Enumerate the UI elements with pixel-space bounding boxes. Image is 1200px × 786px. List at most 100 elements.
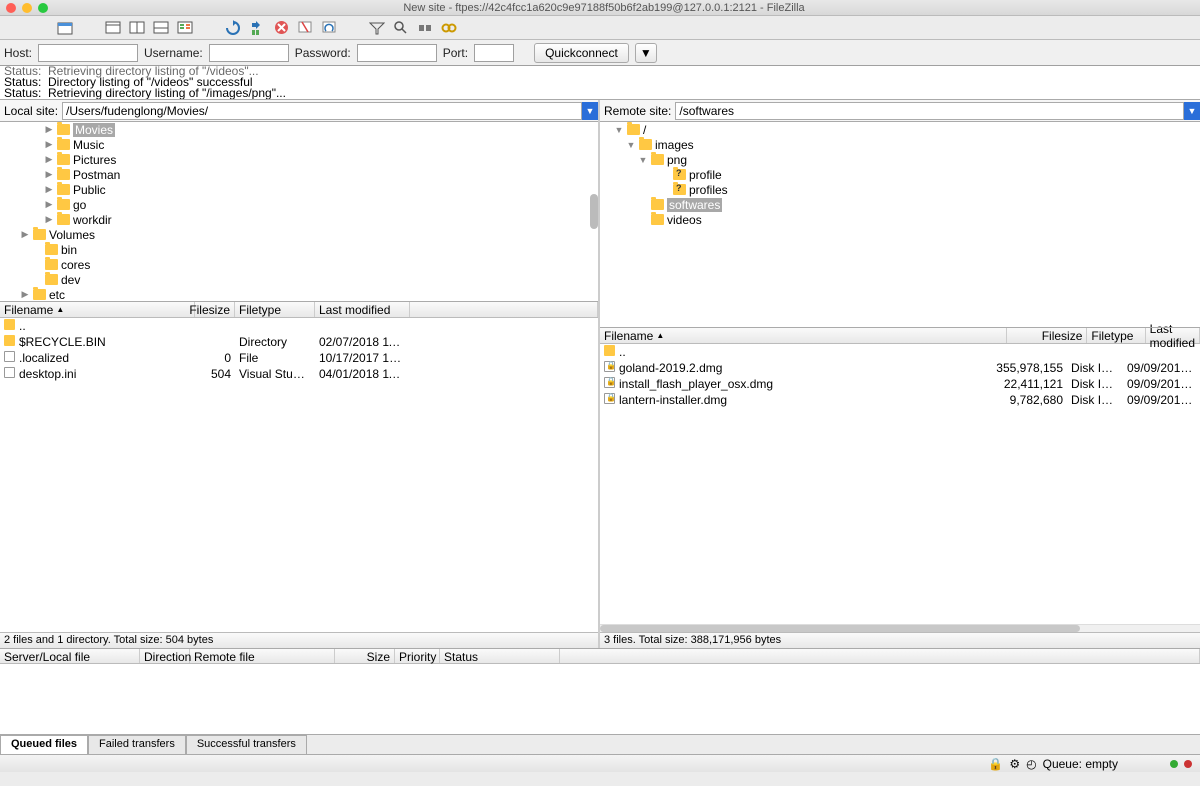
local-file-header[interactable]: Filename▲ Filesize Filetype Last modifie… xyxy=(0,302,598,318)
remote-file-list[interactable]: ..goland-2019.2.dmg355,978,155Disk Image… xyxy=(600,344,1200,624)
expand-arrow-icon[interactable]: ▶ xyxy=(44,124,54,135)
tab-success[interactable]: Successful transfers xyxy=(186,735,307,754)
folder-icon xyxy=(673,169,686,180)
tree-item[interactable]: cores xyxy=(0,257,598,272)
window-title: New site - ftpes://42c4fcc1a620c9e97188f… xyxy=(8,2,1200,14)
local-tree[interactable]: ▶Movies▶Music▶Pictures▶Postman▶Public▶go… xyxy=(0,122,598,302)
expand-arrow-icon[interactable]: ▼ xyxy=(614,125,624,135)
expand-arrow-icon[interactable]: ▶ xyxy=(44,139,54,150)
password-label: Password: xyxy=(295,46,351,60)
tree-item[interactable]: profiles xyxy=(600,182,1200,197)
file-row[interactable]: lantern-installer.dmg9,782,680Disk Image… xyxy=(600,392,1200,408)
tree-item-label: images xyxy=(655,138,694,152)
local-path-input[interactable] xyxy=(62,102,582,120)
compare-icon[interactable] xyxy=(391,19,411,37)
tree-item[interactable]: ▶Pictures xyxy=(0,152,598,167)
folder-icon xyxy=(673,184,686,195)
folder-icon xyxy=(45,259,58,270)
main-toolbar xyxy=(0,16,1200,40)
file-icon xyxy=(604,393,615,404)
tree-item[interactable]: videos xyxy=(600,212,1200,227)
tab-failed[interactable]: Failed transfers xyxy=(88,735,186,754)
sync-browse-icon[interactable] xyxy=(415,19,435,37)
tree-item[interactable]: ▶Music xyxy=(0,137,598,152)
remote-file-header[interactable]: Filename▲ Filesize Filetype Last modifie… xyxy=(600,328,1200,344)
process-queue-icon[interactable] xyxy=(247,19,267,37)
tree-item[interactable]: ▶Postman xyxy=(0,167,598,182)
folder-icon xyxy=(651,199,664,210)
host-input[interactable] xyxy=(38,44,138,62)
tree-item-label: videos xyxy=(667,213,702,227)
queue-status: Queue: empty xyxy=(1043,757,1118,771)
file-row[interactable]: .. xyxy=(0,318,598,334)
settings-icon[interactable]: ⚙ xyxy=(1009,757,1020,771)
tree-item[interactable]: ▼/ xyxy=(600,122,1200,137)
queue-body[interactable] xyxy=(0,664,1200,734)
file-icon xyxy=(4,351,15,362)
tree-item[interactable]: ▶workdir xyxy=(0,212,598,227)
remote-tree[interactable]: ▼/▼images▼pngprofileprofilessoftwaresvid… xyxy=(600,122,1200,328)
lock-icon[interactable]: 🔒 xyxy=(988,757,1003,771)
tree-item[interactable]: ▼png xyxy=(600,152,1200,167)
expand-arrow-icon[interactable]: ▶ xyxy=(44,154,54,165)
clock-icon[interactable]: ◴ xyxy=(1026,757,1036,771)
file-row[interactable]: $RECYCLE.BINDirectory02/07/2018 11:5... xyxy=(0,334,598,350)
expand-arrow-icon[interactable]: ▶ xyxy=(44,169,54,180)
remote-site-label: Remote site: xyxy=(604,104,671,118)
file-row[interactable]: .. xyxy=(600,344,1200,360)
tree-item[interactable]: ▶go xyxy=(0,197,598,212)
local-file-list[interactable]: ..$RECYCLE.BINDirectory02/07/2018 11:5..… xyxy=(0,318,598,632)
tree-item[interactable]: bin xyxy=(0,242,598,257)
toggle-local-tree-icon[interactable] xyxy=(127,19,147,37)
expand-arrow-icon[interactable]: ▶ xyxy=(44,199,54,210)
expand-arrow-icon[interactable]: ▶ xyxy=(20,229,30,240)
tree-item[interactable]: ▶Public xyxy=(0,182,598,197)
tree-item[interactable]: ▼ images xyxy=(600,137,1200,152)
filter-icon[interactable] xyxy=(367,19,387,37)
expand-arrow-icon[interactable]: ▼ xyxy=(638,155,648,165)
message-log[interactable]: Status:Retrieving directory listing of "… xyxy=(0,66,1200,100)
remote-pane: Remote site: ▼ ▼/▼images▼pngprofileprofi… xyxy=(600,100,1200,648)
tab-queued[interactable]: Queued files xyxy=(0,735,88,754)
expand-arrow-icon[interactable]: ▶ xyxy=(44,184,54,195)
file-row[interactable]: install_flash_player_osx.dmg22,411,121Di… xyxy=(600,376,1200,392)
remote-path-dropdown[interactable]: ▼ xyxy=(1184,102,1200,120)
local-path-dropdown[interactable]: ▼ xyxy=(582,102,598,120)
horizontal-scrollbar[interactable] xyxy=(600,624,1200,632)
folder-icon xyxy=(651,154,664,165)
queue-header[interactable]: Server/Local file Direction Remote file … xyxy=(0,648,1200,664)
refresh-icon[interactable] xyxy=(223,19,243,37)
tree-item[interactable]: softwares xyxy=(600,197,1200,212)
tree-item[interactable]: ▶Volumes xyxy=(0,227,598,242)
disconnect-icon[interactable] xyxy=(295,19,315,37)
tree-item[interactable]: ▶Movies xyxy=(0,122,598,137)
tree-item-label: / xyxy=(643,123,646,137)
tree-item[interactable]: dev xyxy=(0,272,598,287)
folder-icon xyxy=(57,139,70,150)
quickconnect-dropdown[interactable]: ▼ xyxy=(635,43,657,63)
scrollbar[interactable] xyxy=(590,194,598,229)
username-input[interactable] xyxy=(209,44,289,62)
file-row[interactable]: .localized0File10/17/2017 13:17... xyxy=(0,350,598,366)
password-input[interactable] xyxy=(357,44,437,62)
quickconnect-button[interactable]: Quickconnect xyxy=(534,43,629,63)
folder-icon xyxy=(4,319,15,330)
quickconnect-bar: Host: Username: Password: Port: Quickcon… xyxy=(0,40,1200,66)
tree-item[interactable]: profile xyxy=(600,167,1200,182)
file-row[interactable]: goland-2019.2.dmg355,978,155Disk Image09… xyxy=(600,360,1200,376)
port-input[interactable] xyxy=(474,44,514,62)
host-label: Host: xyxy=(4,46,32,60)
remote-path-input[interactable] xyxy=(675,102,1184,120)
expand-arrow-icon[interactable]: ▶ xyxy=(20,289,30,300)
expand-arrow-icon[interactable]: ▶ xyxy=(44,214,54,225)
file-row[interactable]: desktop.ini504Visual Studio ...04/01/201… xyxy=(0,366,598,382)
cancel-icon[interactable] xyxy=(271,19,291,37)
tree-item[interactable]: ▶etc xyxy=(0,287,598,302)
site-manager-icon[interactable] xyxy=(55,19,75,37)
reconnect-icon[interactable] xyxy=(319,19,339,37)
toggle-remote-tree-icon[interactable] xyxy=(151,19,171,37)
expand-arrow-icon[interactable]: ▼ xyxy=(626,140,636,150)
toggle-queue-icon[interactable] xyxy=(175,19,195,37)
search-icon[interactable] xyxy=(439,19,459,37)
toggle-log-icon[interactable] xyxy=(103,19,123,37)
